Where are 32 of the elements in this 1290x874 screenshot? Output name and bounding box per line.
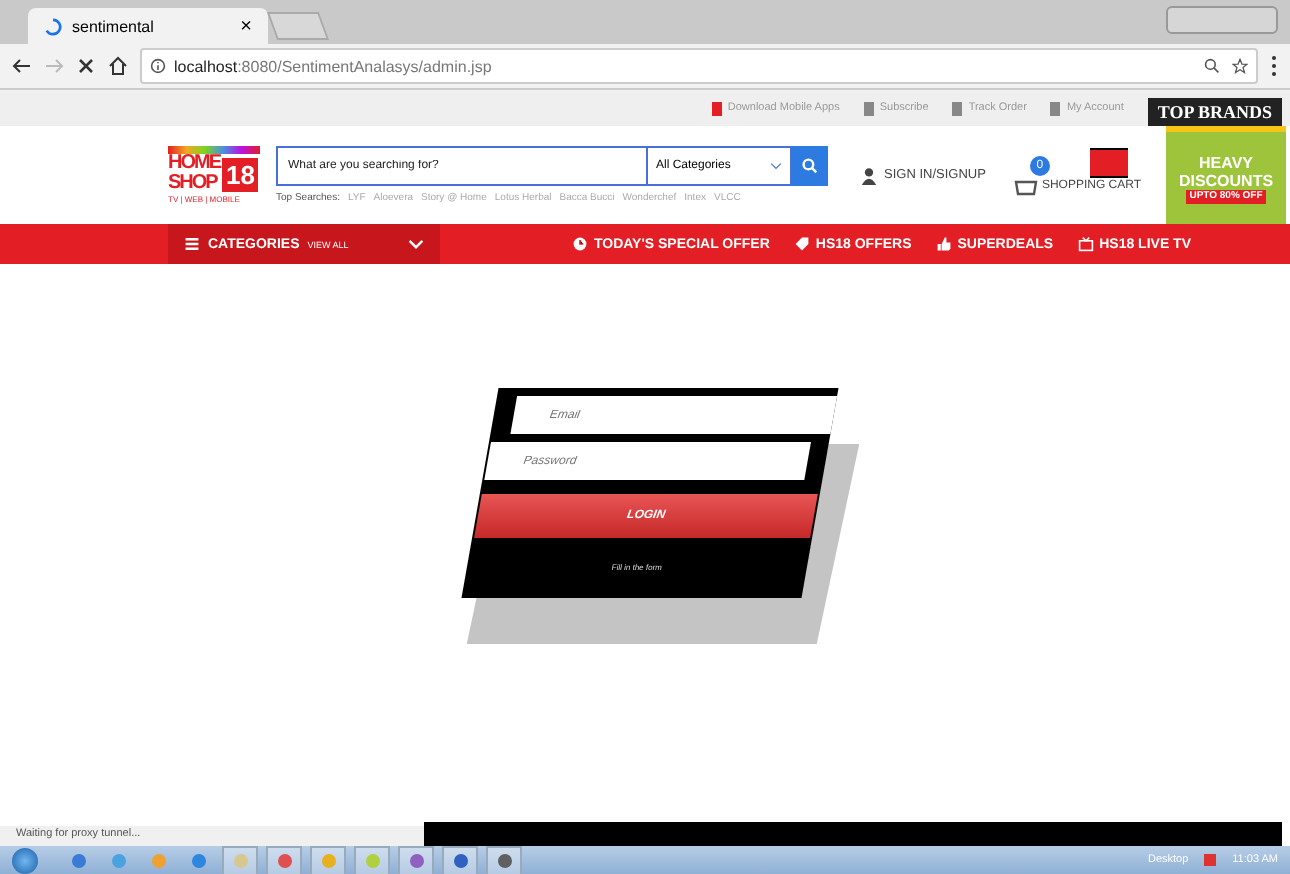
clock-icon xyxy=(572,236,588,252)
user-icon xyxy=(860,165,878,185)
taskbar-app-icon[interactable] xyxy=(442,845,478,874)
address-bar[interactable]: localhost:8080/SentimentAnalasys/admin.jsp xyxy=(140,48,1258,84)
taskbar-app-icon[interactable] xyxy=(486,845,522,874)
menu-icon[interactable] xyxy=(1270,54,1278,78)
browser-tab[interactable]: sentimental × xyxy=(28,8,268,44)
search-icon xyxy=(802,158,818,174)
tag-icon xyxy=(793,236,810,252)
start-button[interactable] xyxy=(12,847,38,873)
bookmark-star-icon[interactable] xyxy=(1232,58,1248,74)
promo-title: TOP BRANDS xyxy=(1147,98,1282,126)
menu-icon xyxy=(184,236,200,252)
notification-icon[interactable] xyxy=(1204,854,1217,866)
zoom-icon[interactable] xyxy=(1204,58,1220,74)
tab-title: sentimental xyxy=(72,17,154,35)
window-controls-drawing[interactable] xyxy=(1166,6,1278,34)
basket-icon xyxy=(1013,175,1038,195)
thumbs-up-icon xyxy=(935,236,952,252)
caret-icon xyxy=(408,236,424,252)
search-button[interactable] xyxy=(792,146,828,186)
home-icon[interactable] xyxy=(108,56,128,76)
stop-icon[interactable] xyxy=(76,56,96,76)
back-arrow-icon[interactable] xyxy=(12,56,32,76)
forward-arrow-icon[interactable] xyxy=(44,56,64,76)
banner-placeholder xyxy=(1089,147,1128,177)
caret-icon xyxy=(770,162,782,170)
close-tab-button[interactable]: × xyxy=(240,15,252,37)
new-tab-button[interactable] xyxy=(266,12,330,40)
tv-icon xyxy=(1077,236,1094,252)
loading-icon xyxy=(44,17,62,35)
info-icon xyxy=(150,58,166,74)
